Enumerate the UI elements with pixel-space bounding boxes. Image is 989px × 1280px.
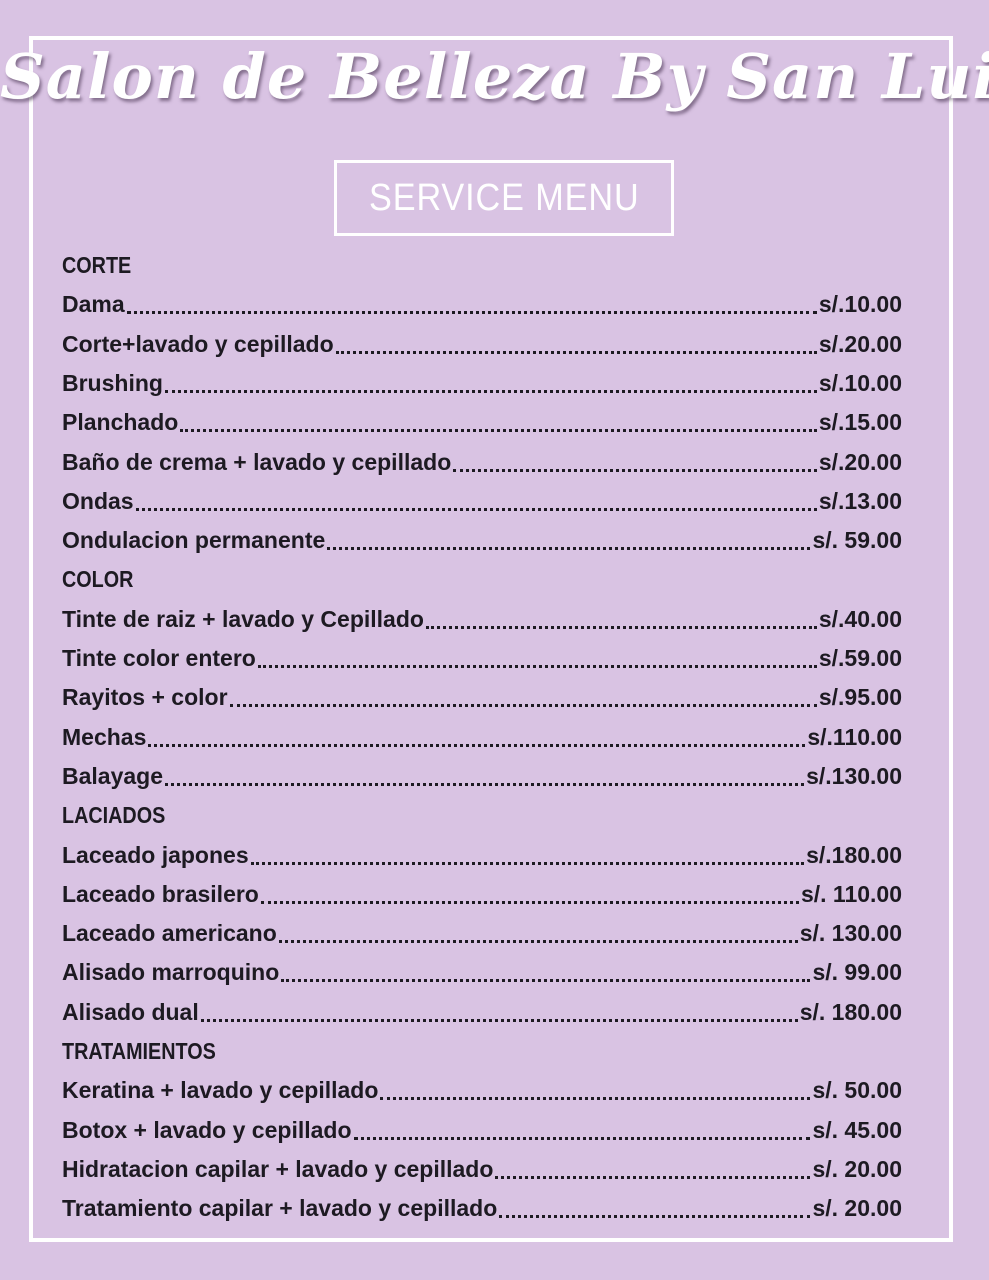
item-price: s/. 50.00 [812,1077,902,1104]
item-price: s/. 180.00 [799,998,902,1025]
item-name: Mechas [62,723,147,750]
item-name: Ondulacion permanente [62,527,326,554]
item-price: s/.130.00 [806,763,902,789]
item-name: Rayitos + color [62,684,228,711]
item-name: Dama [62,291,125,318]
service-menu-label: SERVICE MENU [368,176,640,219]
dot-leader [164,390,817,394]
item-name: Laceado brasilero [62,880,259,907]
dot-leader [380,1097,811,1101]
item-price: s/.15.00 [818,409,902,436]
menu-item: Mechas s/.110.00 [62,718,902,757]
dot-leader [353,1136,811,1140]
item-price: s/. 20.00 [812,1155,902,1182]
dot-leader [281,979,811,983]
menu-item: Balayage s/.130.00 [62,757,902,796]
menu-item: Alisado dual s/. 180.00 [62,993,902,1032]
menu-item: Dama s/.10.00 [62,285,902,324]
menu-item: Brushing s/.10.00 [62,364,902,403]
item-name: Baño de crema + lavado y cepillado [62,448,452,475]
service-menu-box: SERVICE MENU [334,160,674,236]
menu-item: Baño de crema + lavado y cepillado s/.20.… [62,442,902,481]
item-price: s/. 45.00 [812,1116,902,1143]
item-price: s/.59.00 [818,645,902,672]
menu-item: Tratamiento capilar + lavado y cepillado… [62,1189,902,1228]
item-price: s/.95.00 [818,684,902,711]
menu-item: Corte+lavado y cepillado s/.20.00 [62,325,902,364]
service-list: CORTE Dama s/.10.00 Corte+lavado y cepill… [62,246,902,1228]
dot-leader [278,940,798,944]
item-name: Brushing [62,370,163,397]
menu-page: Salon de Belleza By San Luis SERVICE MEN… [0,0,989,1280]
item-name: Hidratacion capilar + lavado y cepillado [62,1155,494,1182]
item-price: s/.13.00 [818,487,902,514]
item-name: Tratamiento capilar + lavado y cepillado [62,1195,498,1222]
item-price: s/.180.00 [806,841,902,868]
item-price: s/. 99.00 [812,959,902,986]
dot-leader [148,743,806,747]
menu-item: Tinte de raiz + lavado y Cepillado s/.40.… [62,600,902,639]
dot-leader [453,468,817,472]
item-name: Planchado [62,409,179,436]
salon-title: Salon de Belleza By San Luis [0,40,989,113]
item-price: s/.110.00 [807,723,902,750]
item-price: s/. 110.00 [800,880,902,907]
dot-leader [180,429,817,433]
item-name: Laceado japones [62,841,249,868]
menu-item: Planchado s/.15.00 [62,403,902,442]
item-price: s/. 130.00 [799,920,902,947]
item-name: Keratina + lavado y cepillado [62,1077,379,1104]
dot-leader [229,704,817,708]
section-laciados: LACIADOS Laceado japones s/.180.00 Lacead… [62,796,902,1032]
item-name: Corte+lavado y cepillado [62,330,334,357]
dot-leader [425,625,817,629]
section-heading: COLOR [62,566,134,593]
menu-item: Rayitos + color s/.95.00 [62,678,902,717]
menu-item: Laceado americano s/. 130.00 [62,914,902,953]
dot-leader [257,665,817,669]
dot-leader [499,1215,811,1219]
section-corte: CORTE Dama s/.10.00 Corte+lavado y cepill… [62,246,902,560]
item-name: Laceado americano [62,920,277,947]
item-name: Alisado marroquino [62,959,280,986]
section-heading: CORTE [62,252,132,278]
section-color: COLOR Tinte de raiz + lavado y Cepillado… [62,560,902,796]
dot-leader [260,900,799,904]
dot-leader [165,783,805,786]
menu-item: Botox + lavado y cepillado s/. 45.00 [62,1111,902,1150]
item-name: Tinte color entero [62,645,256,672]
section-heading: TRATAMIENTOS [62,1037,216,1064]
dot-leader [495,1175,811,1179]
item-price: s/. 59.00 [812,527,902,554]
dot-leader [327,547,811,551]
item-price: s/.20.00 [818,448,902,475]
item-name: Alisado dual [62,998,199,1025]
menu-item: Keratina + lavado y cepillado s/. 50.00 [62,1071,902,1110]
dot-leader [250,861,805,865]
menu-item: Ondulacion permanente s/. 59.00 [62,521,902,560]
menu-item: Ondas s/.13.00 [62,482,902,521]
item-price: s/.10.00 [818,291,902,318]
menu-item: Hidratacion capilar + lavado y cepillado… [62,1150,902,1189]
dot-leader [335,350,817,354]
item-name: Tinte de raiz + lavado y Cepillado [62,605,424,632]
section-heading: LACIADOS [62,802,166,829]
item-price: s/. 20.00 [812,1195,902,1222]
section-tratamientos: TRATAMIENTOS Keratina + lavado y cepilla… [62,1032,902,1228]
dot-leader [200,1018,798,1022]
menu-item: Laceado japones s/.180.00 [62,835,902,874]
menu-item: Tinte color entero s/.59.00 [62,639,902,678]
item-price: s/.40.00 [818,605,902,632]
dot-leader [126,311,817,315]
item-name: Balayage [62,763,164,789]
item-name: Botox + lavado y cepillado [62,1116,352,1143]
menu-item: Laceado brasilero s/. 110.00 [62,875,902,914]
menu-item: Alisado marroquino s/. 99.00 [62,953,902,992]
item-name: Ondas [62,487,134,514]
dot-leader [135,507,817,511]
item-price: s/.20.00 [818,330,902,357]
item-price: s/.10.00 [818,370,902,397]
